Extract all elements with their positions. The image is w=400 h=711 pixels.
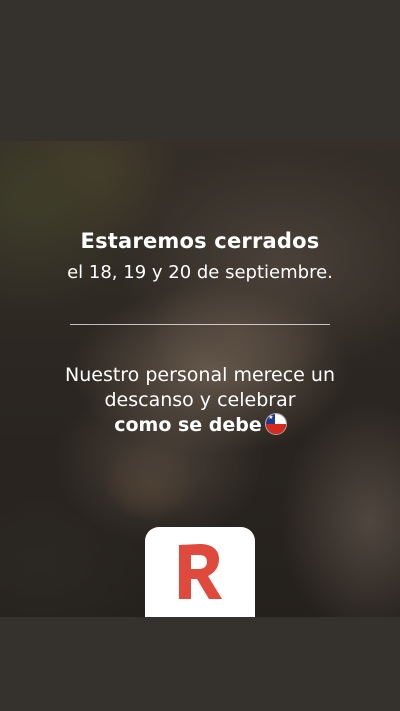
message-line-3-text: como se debe bbox=[114, 414, 262, 436]
closure-dates: el 18, 19 y 20 de septiembre. bbox=[67, 262, 333, 283]
message-line-3: como se debe ★ bbox=[20, 413, 380, 438]
closure-headline: Estaremos cerrados bbox=[80, 229, 320, 253]
message-line-1: Nuestro personal merece un bbox=[65, 364, 335, 386]
divider bbox=[70, 324, 330, 325]
closure-message: Nuestro personal merece un descanso y ce… bbox=[20, 363, 380, 438]
chile-flag-icon: ★ bbox=[265, 414, 286, 434]
bottom-letterbox bbox=[0, 617, 400, 711]
brand-logo-card bbox=[145, 527, 255, 617]
top-letterbox bbox=[0, 0, 400, 141]
message-line-2: descanso y celebrar bbox=[104, 389, 296, 411]
r-logo-icon bbox=[179, 544, 222, 599]
